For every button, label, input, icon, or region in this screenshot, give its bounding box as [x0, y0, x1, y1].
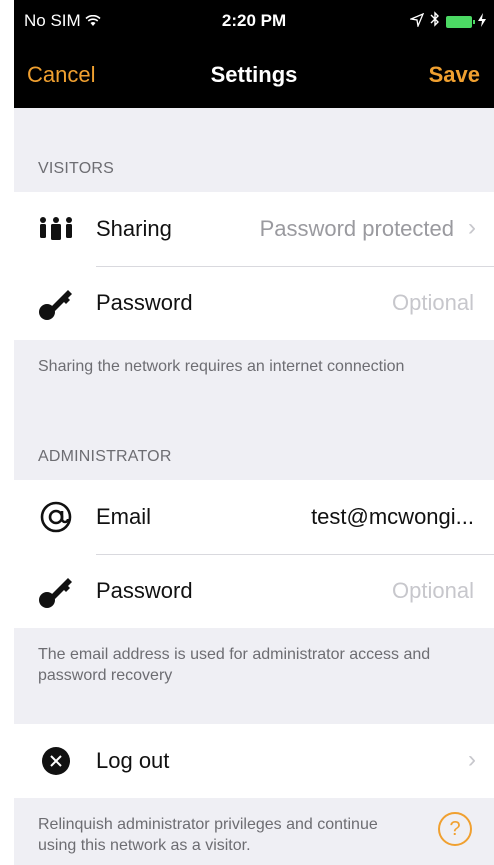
help-icon[interactable]: ?	[438, 812, 472, 846]
email-row[interactable]: Email test@mcwongi...	[14, 480, 494, 554]
charging-icon	[478, 12, 486, 32]
chevron-right-icon: ›	[468, 214, 476, 241]
key-icon	[36, 571, 76, 611]
status-bar: No SIM 2:20 PM	[14, 0, 494, 40]
visitor-password-input[interactable]: Optional	[392, 290, 474, 316]
administrator-group: Email test@mcwongi... Password Optional	[14, 480, 494, 628]
visitor-password-row[interactable]: Password Optional	[14, 266, 494, 340]
logout-group: Log out ›	[14, 724, 494, 798]
top-bar: No SIM 2:20 PM Cancel Settings Save	[14, 0, 494, 108]
admin-password-input[interactable]: Optional	[392, 578, 474, 604]
visitor-password-label: Password	[96, 290, 193, 315]
navigation-bar: Cancel Settings Save	[14, 56, 494, 96]
people-icon	[36, 209, 76, 249]
sharing-row[interactable]: Sharing Password protected ›	[14, 192, 494, 266]
status-right	[408, 11, 486, 32]
bluetooth-icon	[430, 11, 440, 32]
visitors-section-header: VISITORS	[38, 160, 114, 177]
close-circle-icon	[36, 741, 76, 781]
battery-icon	[446, 15, 475, 28]
settings-screen: No SIM 2:20 PM Cancel Settings Save VISI…	[14, 0, 494, 865]
logout-row[interactable]: Log out ›	[14, 724, 494, 798]
email-field[interactable]: test@mcwongi...	[311, 504, 474, 530]
chevron-right-icon: ›	[468, 746, 476, 773]
sharing-value: Password protected	[259, 216, 454, 241]
logout-label: Log out	[96, 748, 170, 773]
logout-note: Relinquish administrator privileges and …	[38, 816, 378, 854]
at-sign-icon	[36, 497, 76, 537]
admin-password-row[interactable]: Password Optional	[14, 554, 494, 628]
sharing-label: Sharing	[96, 216, 172, 241]
visitors-note: Sharing the network requires an internet…	[38, 358, 405, 375]
admin-password-label: Password	[96, 578, 193, 603]
save-button[interactable]: Save	[429, 62, 480, 88]
administrator-note: The email address is used for administra…	[38, 646, 431, 684]
visitors-group: Sharing Password protected › Password Op…	[14, 192, 494, 340]
email-label: Email	[96, 504, 152, 529]
location-icon	[408, 12, 425, 32]
cancel-button[interactable]: Cancel	[27, 62, 95, 88]
key-icon	[36, 283, 76, 323]
administrator-section-header: ADMINISTRATOR	[38, 448, 172, 465]
